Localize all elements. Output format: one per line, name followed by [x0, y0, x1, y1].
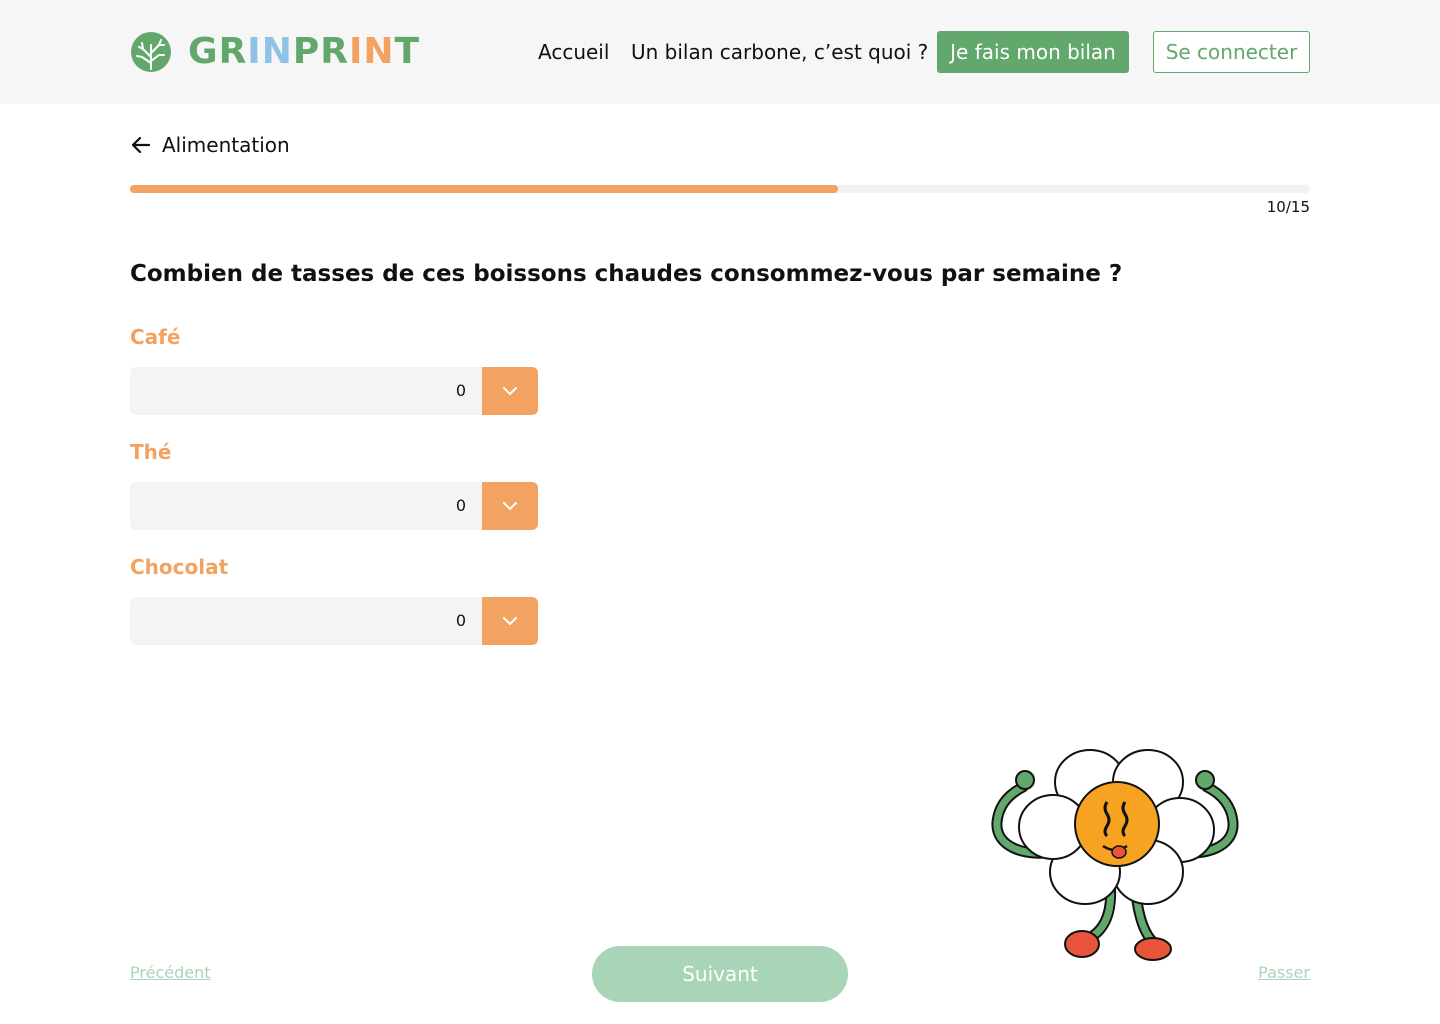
progress-fill	[130, 185, 838, 193]
arrow-left-icon[interactable]	[130, 134, 152, 156]
select-chocolat[interactable]: 0	[130, 597, 538, 645]
select-value: 0	[455, 611, 466, 630]
dropdown-button[interactable]	[482, 482, 538, 530]
logo-text: GRINPRINT	[188, 30, 420, 74]
logo-letter: P	[292, 31, 321, 72]
start-assessment-button[interactable]: Je fais mon bilan	[937, 31, 1129, 73]
flower-mascot	[991, 749, 1239, 961]
logo-letter: R	[218, 31, 248, 72]
site-header: GRINPRINT Accueil Un bilan carbone, c’es…	[0, 0, 1440, 104]
select-value: 0	[455, 381, 466, 400]
select-cafe[interactable]: 0	[130, 367, 538, 415]
previous-link[interactable]: Précédent	[130, 963, 211, 982]
select-the[interactable]: 0	[130, 482, 538, 530]
logo-letter: I	[247, 31, 262, 72]
field-label-cafe: Café	[130, 325, 181, 349]
logo-letter: N	[363, 31, 395, 72]
logo-letter: R	[320, 31, 349, 72]
dropdown-button[interactable]	[482, 597, 538, 645]
progress-counter: 10/15	[1266, 198, 1310, 216]
field-label-chocolat: Chocolat	[130, 555, 229, 579]
nav-home-link[interactable]: Accueil	[538, 37, 609, 67]
chevron-down-icon	[503, 617, 517, 625]
field-label-the: Thé	[130, 440, 172, 464]
logo-letter: T	[394, 31, 421, 72]
dropdown-button[interactable]	[482, 367, 538, 415]
logo-letter: G	[188, 31, 219, 72]
chevron-down-icon	[503, 387, 517, 395]
back-to-section[interactable]: Alimentation	[130, 130, 290, 160]
next-button[interactable]: Suivant	[592, 946, 848, 1002]
nav-about-link[interactable]: Un bilan carbone, c’est quoi ?	[631, 37, 928, 67]
logo[interactable]: GRINPRINT	[130, 30, 420, 74]
select-value: 0	[455, 496, 466, 515]
logo-letter: I	[348, 31, 364, 72]
logo-letter: N	[261, 31, 293, 72]
question-title: Combien de tasses de ces boissons chaude…	[130, 261, 1123, 287]
login-button[interactable]: Se connecter	[1153, 31, 1310, 73]
section-title: Alimentation	[162, 133, 290, 157]
progress-bar	[130, 185, 1310, 193]
chevron-down-icon	[503, 502, 517, 510]
tree-icon	[131, 32, 171, 72]
skip-link[interactable]: Passer	[1258, 963, 1310, 982]
